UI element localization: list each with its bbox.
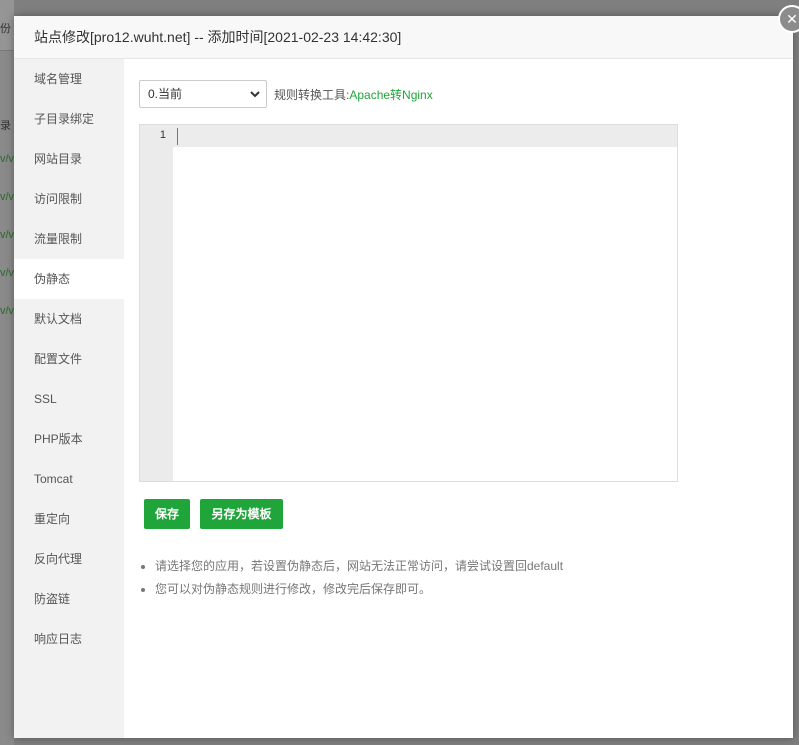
rewrite-toolbar: 0.当前 规则转换工具: Apache转Nginx xyxy=(139,79,433,109)
sidebar-item-hotlink-protection[interactable]: 防盗链 xyxy=(14,579,124,619)
sidebar-item-site-directory[interactable]: 网站目录 xyxy=(14,139,124,179)
rule-converter-label: 规则转换工具: xyxy=(274,87,350,102)
rewrite-panel: 0.当前 规则转换工具: Apache转Nginx 1 保存 另存为模板 请选择… xyxy=(139,59,779,738)
tips-list: 请选择您的应用，若设置伪静态后，网站无法正常访问，请尝试设置回default 您… xyxy=(139,555,563,601)
background-row-text: v/v xyxy=(0,153,15,165)
editor-active-line xyxy=(173,125,677,147)
rewrite-rule-select-value: 0.当前 xyxy=(148,87,183,101)
background-column-text: 录 xyxy=(0,120,11,132)
background-row-text: v/v xyxy=(0,229,15,241)
background-page: 份 录 v/v v/v v/v v/v v/v xyxy=(0,0,14,745)
sidebar-item-config-file[interactable]: 配置文件 xyxy=(14,339,124,379)
save-as-template-button[interactable]: 另存为模板 xyxy=(200,499,283,529)
sidebar-item-php-version[interactable]: PHP版本 xyxy=(14,419,124,459)
sidebar-item-response-log[interactable]: 响应日志 xyxy=(14,619,124,659)
close-icon[interactable]: ✕ xyxy=(778,5,799,33)
sidebar-item-access-limit[interactable]: 访问限制 xyxy=(14,179,124,219)
save-button[interactable]: 保存 xyxy=(144,499,190,529)
rewrite-code-editor[interactable]: 1 xyxy=(139,124,678,482)
chevron-down-icon xyxy=(250,81,260,118)
list-item: 请选择您的应用，若设置伪静态后，网站无法正常访问，请尝试设置回default xyxy=(155,555,563,578)
background-row-text: v/v xyxy=(0,305,15,317)
background-row-text: v/v xyxy=(0,267,15,279)
sidebar-item-subdir-binding[interactable]: 子目录绑定 xyxy=(14,99,124,139)
sidebar-item-tomcat[interactable]: Tomcat xyxy=(14,459,124,499)
sidebar-item-traffic-limit[interactable]: 流量限制 xyxy=(14,219,124,259)
sidebar-item-default-document[interactable]: 默认文档 xyxy=(14,299,124,339)
sidebar-item-reverse-proxy[interactable]: 反向代理 xyxy=(14,539,124,579)
dialog-sidebar: 域名管理 子目录绑定 网站目录 访问限制 流量限制 伪静态 默认文档 配置文件 … xyxy=(14,59,124,738)
background-row-text: v/v xyxy=(0,191,15,203)
sidebar-item-domains[interactable]: 域名管理 xyxy=(14,59,124,99)
sidebar-item-ssl[interactable]: SSL xyxy=(14,379,124,419)
sidebar-item-redirect[interactable]: 重定向 xyxy=(14,499,124,539)
editor-gutter: 1 xyxy=(140,125,173,481)
editor-cursor xyxy=(177,128,178,145)
background-header-text: 份 xyxy=(0,23,11,35)
sidebar-item-rewrite[interactable]: 伪静态 xyxy=(14,259,124,299)
site-settings-dialog: 站点修改[pro12.wuht.net] -- 添加时间[2021-02-23 … xyxy=(14,16,793,738)
dialog-title: 站点修改[pro12.wuht.net] -- 添加时间[2021-02-23 … xyxy=(14,16,793,59)
apache-to-nginx-link[interactable]: Apache转Nginx xyxy=(349,86,432,103)
list-item: 您可以对伪静态规则进行修改，修改完后保存即可。 xyxy=(155,578,563,601)
rewrite-rule-select[interactable]: 0.当前 xyxy=(139,80,267,108)
line-number: 1 xyxy=(159,129,166,141)
